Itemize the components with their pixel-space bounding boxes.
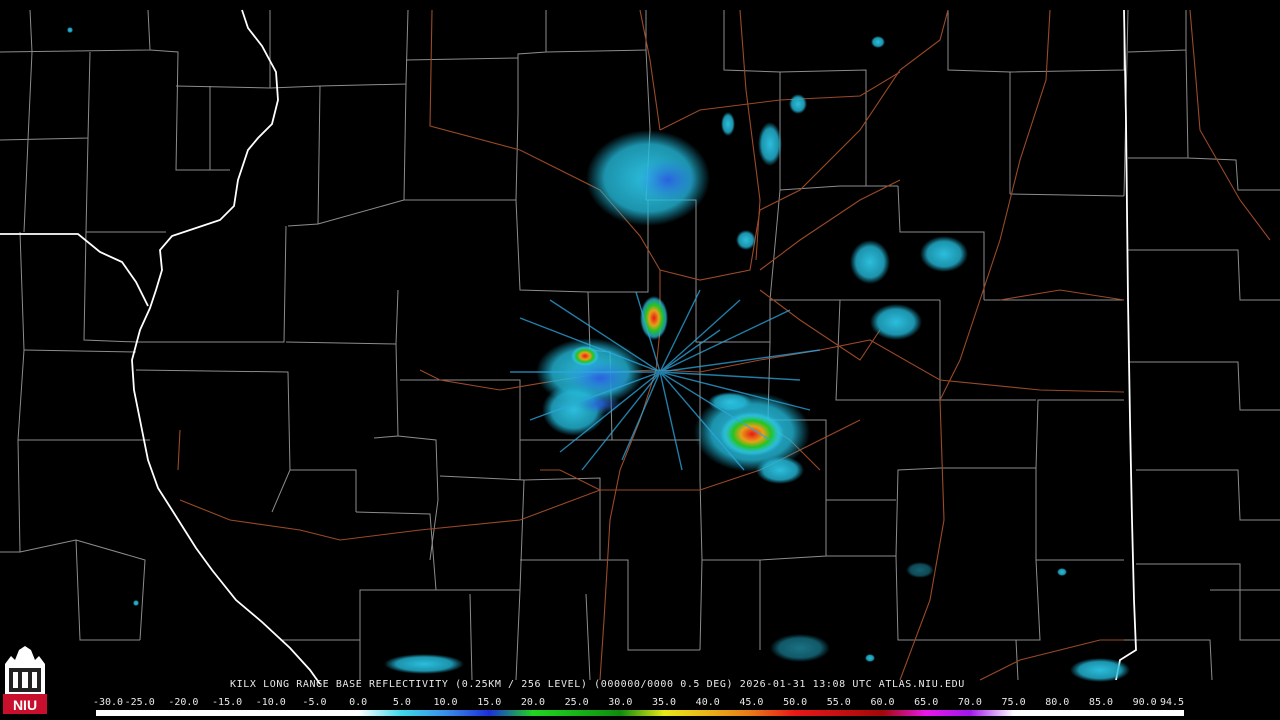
colorbar-tick-label: 94.5 (1159, 697, 1185, 708)
colorbar-tick-label: 35.0 (651, 697, 677, 708)
niu-logo-text: NIU (13, 697, 37, 713)
colorbar-tick-label: 90.0 (1132, 697, 1157, 708)
colorbar-tick-label: 65.0 (914, 697, 939, 708)
highways (177, 9, 1271, 681)
colorbar-gradient (96, 710, 1184, 716)
colorbar-tick-label: 60.0 (870, 697, 895, 708)
colorbar-tick-label: 5.0 (392, 697, 411, 708)
precipitation-echoes (67, 27, 1130, 682)
colorbar-tick-label: 25.0 (564, 697, 589, 708)
county-boundaries (0, 9, 1280, 681)
colorbar-tick-label: 70.0 (957, 697, 982, 708)
colorbar (96, 710, 1184, 716)
colorbar-tick-label: 15.0 (477, 697, 502, 708)
colorbar-tick-label: -20.0 (168, 697, 199, 708)
colorbar-tick-label: 20.0 (520, 697, 545, 708)
colorbar-tick-label: 0.0 (349, 697, 368, 708)
colorbar-tick-label: 40.0 (695, 697, 720, 708)
colorbar-tick-label: -30.0 (92, 697, 124, 708)
colorbar-tick-label: -5.0 (302, 697, 327, 708)
colorbar-tick-label: -25.0 (124, 697, 155, 708)
radar-map (0, 9, 1280, 685)
colorbar-tick-label: -10.0 (255, 697, 286, 708)
colorbar-tick-label: 85.0 (1088, 697, 1114, 708)
colorbar-tick-label: 80.0 (1045, 697, 1070, 708)
colorbar-tick-labels: -30.0 -25.0 -20.0 -15.0 -10.0 -5.0 0.0 5.0 10.0 1… (90, 698, 1200, 710)
colorbar-tick-label: 75.0 (1001, 697, 1026, 708)
colorbar-tick-label: 55.0 (826, 697, 851, 708)
colorbar-tick-label: 10.0 (433, 697, 458, 708)
niu-building-logo: NIU (3, 646, 47, 714)
colorbar-tick-label: -15.0 (212, 697, 243, 708)
colorbar-tick-label: 45.0 (739, 697, 764, 708)
product-caption: KILX LONG RANGE BASE REFLECTIVITY (0.25K… (230, 679, 965, 690)
colorbar-tick-label: 30.0 (608, 697, 633, 708)
colorbar-tick-label: 50.0 (783, 697, 808, 708)
